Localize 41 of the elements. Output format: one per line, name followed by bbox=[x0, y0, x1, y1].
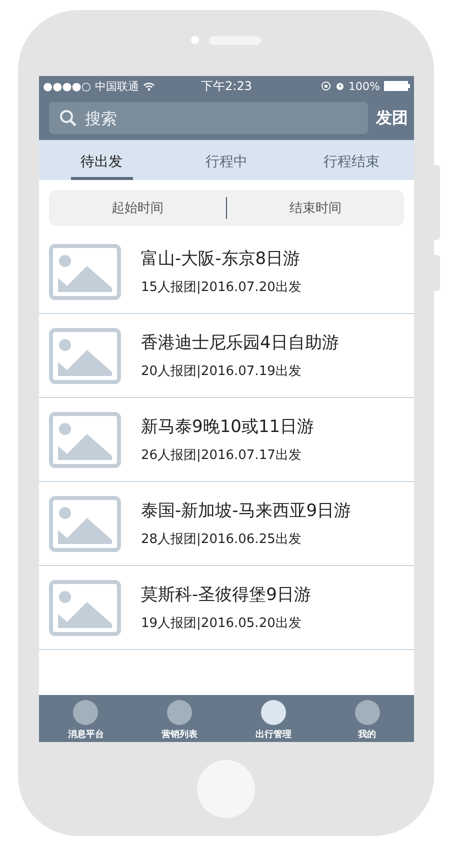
trip-row[interactable]: 莫斯科-圣彼得堡9日游 19人报团|2016.05.20出发 bbox=[39, 566, 414, 650]
trip-row[interactable]: 富山-大阪-东京8日游 15人报团|2016.07.20出发 bbox=[39, 230, 414, 314]
clock-time: 下午2:23 bbox=[201, 78, 252, 94]
trip-row[interactable]: 香港迪士尼乐园4日自助游 20人报团|2016.07.19出发 bbox=[39, 314, 414, 398]
end-date-button[interactable]: 结束时间 bbox=[226, 197, 404, 219]
image-placeholder-icon bbox=[49, 244, 121, 300]
alarm-icon bbox=[334, 81, 345, 91]
tab[interactable]: 行程结束 bbox=[320, 140, 382, 180]
signal-dots: ●●●●○ bbox=[43, 80, 91, 92]
tab-bar-item[interactable]: 消息平台 bbox=[50, 695, 121, 742]
image-placeholder-icon bbox=[49, 580, 121, 636]
tab-bar-item[interactable]: 我的 bbox=[332, 695, 402, 742]
image-placeholder-icon bbox=[49, 328, 121, 384]
image-placeholder-icon bbox=[49, 412, 121, 468]
create-group-button[interactable]: 发团 bbox=[376, 108, 408, 128]
trip-title: 新马泰9晚10或11日游 bbox=[141, 416, 314, 438]
trip-title: 富山-大阪-东京8日游 bbox=[141, 248, 302, 270]
search-field[interactable]: 搜索 bbox=[49, 102, 368, 134]
search-icon bbox=[59, 109, 77, 127]
trip-info: 20人报团|2016.07.19出发 bbox=[141, 363, 302, 380]
trip-info: 19人报团|2016.05.20出发 bbox=[141, 615, 302, 632]
tab-bar-item[interactable]: 营销列表 bbox=[144, 695, 215, 742]
trip-info: 28人报团|2016.06.25出发 bbox=[141, 531, 302, 548]
camera-dot bbox=[191, 36, 199, 44]
tab[interactable]: 待出发 bbox=[70, 140, 132, 180]
battery-percent: 100% bbox=[348, 80, 380, 92]
rotation-lock-icon bbox=[320, 81, 331, 91]
tab-bar-item[interactable]: 出行管理 bbox=[238, 695, 308, 742]
trip-info: 15人报团|2016.07.20出发 bbox=[141, 279, 302, 296]
trip-title: 莫斯科-圣彼得堡9日游 bbox=[141, 584, 311, 606]
trip-title: 香港迪士尼乐园4日自助游 bbox=[141, 332, 339, 354]
tab[interactable]: 行程中 bbox=[196, 140, 258, 180]
image-placeholder-icon bbox=[49, 496, 121, 552]
trip-row[interactable]: 泰国-新加坡-马来西亚9日游 28人报团|2016.06.25出发 bbox=[39, 482, 414, 566]
trip-title: 泰国-新加坡-马来西亚9日游 bbox=[141, 500, 352, 522]
trip-row[interactable]: 新马泰9晚10或11日游 26人报团|2016.07.17出发 bbox=[39, 398, 414, 482]
wifi-icon bbox=[143, 82, 155, 90]
trip-info: 26人报团|2016.07.17出发 bbox=[141, 447, 302, 464]
carrier-name: 中国联通 bbox=[95, 78, 139, 94]
battery-icon bbox=[384, 81, 410, 91]
start-date-button[interactable]: 起始时间 bbox=[49, 197, 226, 219]
